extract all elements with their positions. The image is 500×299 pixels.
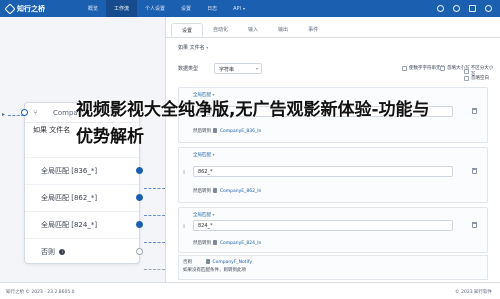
nav-item-api[interactable]: API ▾ — [225, 0, 253, 17]
branch-output-port[interactable] — [136, 167, 143, 174]
checkbox[interactable] — [464, 68, 469, 74]
tabs-divider — [166, 37, 500, 38]
tab-input[interactable]: 输入 — [238, 23, 268, 37]
else-description: 如果没有匹配条件，则转到此项 — [183, 268, 246, 273]
node-else-row[interactable]: 否则 i — [25, 238, 143, 265]
branch-icon: ⑂ — [33, 108, 38, 117]
delete-icon[interactable] — [472, 168, 477, 174]
card-title[interactable]: 全局匹配 ▾ — [193, 152, 214, 158]
data-type-row: 数据类型 字符串 ▾ 使数字字符串无效 忽略大小写 不区分大小写 忽略空白 — [178, 63, 496, 81]
else-file-link[interactable]: CompanyF_Notify — [212, 260, 252, 265]
file-icon — [206, 259, 210, 264]
chevron-down-icon: ▾ — [243, 6, 246, 11]
match-pattern-input[interactable]: 824_* — [193, 220, 453, 231]
route-label: 然后转到 — [193, 241, 211, 246]
node-branch-row[interactable]: 全局匹配 [836_*] — [25, 157, 143, 184]
else-output-port[interactable] — [136, 248, 143, 255]
checkbox[interactable] — [440, 65, 445, 71]
file-icon — [213, 188, 218, 193]
footer-version: 知行之桥 © 2023 - 23.2.8605.0 — [6, 290, 75, 295]
condition-header-label: 如果 文件名 — [178, 45, 205, 51]
info-icon[interactable]: i — [59, 249, 66, 255]
logo-icon — [4, 2, 16, 15]
checkbox-label: 忽略空白 — [471, 76, 489, 81]
nav-item-overview[interactable]: 概览 — [80, 0, 106, 17]
nav-item-profile[interactable]: 个人设置 — [137, 0, 173, 17]
node-branch-row[interactable]: 全局匹配 [824_*] — [25, 211, 143, 238]
checkbox[interactable] — [402, 65, 407, 71]
chevron-down-icon: ▾ — [255, 66, 258, 71]
overlay-banner-text: 视频影视大全纯净版,无广告观影新体验-功能与优势解析 — [76, 100, 430, 147]
search-icon[interactable] — [437, 5, 444, 12]
notification-icon[interactable] — [469, 5, 476, 12]
help-icon[interactable] — [453, 5, 460, 12]
branch-output-port[interactable] — [136, 221, 143, 228]
nav-item-logs[interactable]: 日志 — [199, 0, 225, 17]
else-route: CompanyF_Notify — [205, 259, 252, 265]
footer: 知行之桥 © 2023 - 23.2.8605.0 © 2023 知行软件 — [0, 282, 500, 299]
nav-item-settings[interactable]: 设置 — [173, 0, 199, 17]
incoming-connector-icon: ▸ — [2, 111, 6, 118]
else-label: 否则 — [41, 248, 55, 256]
else-section: 否则 CompanyF_Notify 如果没有匹配条件，则转到此项 — [178, 255, 488, 280]
data-type-value: 字符串 — [219, 67, 235, 73]
branch-label: 全局匹配 [836_*] — [41, 167, 98, 175]
nav-item-workflow[interactable]: 工作流 — [106, 0, 138, 17]
branch-connection-line — [144, 188, 165, 189]
branch-label: 全局匹配 [862_*] — [41, 194, 98, 202]
tab-events[interactable]: 事件 — [298, 23, 328, 37]
route-target: 然后转到 CompanyE_862_In — [193, 188, 261, 194]
footer-copyright: © 2023 知行软件 — [455, 290, 492, 295]
branch-label: 全局匹配 [824_*] — [41, 221, 98, 229]
chevron-down-icon: ▾ — [212, 212, 215, 217]
node-branch-row[interactable]: 全局匹配 [862_*] — [25, 184, 143, 211]
card-title-label: 全局匹配 — [193, 153, 211, 158]
card-title-label: 全局匹配 — [193, 213, 211, 218]
top-navigation-bar: 知行之桥 概览 工作流 个人设置 设置 日志 API ▾ — [0, 0, 500, 17]
node-condition: 如果 文件名 — [33, 126, 71, 134]
drag-handle-icon[interactable]: ⁞⁞ — [183, 170, 185, 176]
route-file-link[interactable]: CompanyE_824_In — [220, 241, 262, 246]
else-row-content: 否则 i — [41, 247, 66, 257]
topbar-actions — [437, 0, 492, 17]
match-pattern-input[interactable]: 862_* — [193, 166, 453, 177]
condition-card: 全局匹配 ▾ ⁞⁞ 862_* 然后转到 CompanyE_862_In — [178, 147, 488, 203]
chevron-down-icon: ▾ — [212, 152, 215, 157]
card-title[interactable]: 全局匹配 ▾ — [193, 212, 214, 218]
app-logo[interactable]: 知行之桥 — [0, 2, 80, 15]
delete-icon[interactable] — [472, 222, 477, 228]
condition-card: 全局匹配 ▾ ⁞⁞ 824_* 然后转到 CompanyE_824_In — [178, 207, 488, 253]
data-type-label: 数据类型 — [178, 66, 199, 72]
drag-handle-icon[interactable]: ⁞⁞ — [183, 224, 185, 230]
user-icon[interactable] — [485, 5, 492, 12]
branch-connection-line — [144, 242, 165, 243]
checkbox-option[interactable]: 忽略空白 — [464, 75, 489, 81]
delete-icon[interactable] — [472, 108, 477, 114]
tab-settings[interactable]: 设置 — [171, 23, 204, 37]
nav-item-api-label: API — [233, 5, 241, 12]
tab-automation[interactable]: 自动化 — [203, 23, 238, 37]
route-target: 然后转到 CompanyE_824_In — [193, 240, 261, 246]
tab-output[interactable]: 输出 — [268, 23, 298, 37]
checkbox-option[interactable]: 使数字字符串无效 — [402, 65, 445, 71]
main-nav: 概览 工作流 个人设置 设置 日志 API ▾ — [80, 0, 253, 17]
chevron-down-icon: ▾ — [206, 45, 209, 50]
branch-connection-line — [144, 215, 165, 216]
else-label: 否则 — [183, 260, 192, 265]
route-file-link[interactable]: CompanyE_862_In — [220, 189, 262, 194]
condition-header[interactable]: 如果 文件名 ▾ — [178, 44, 208, 51]
logo-text: 知行之桥 — [17, 4, 45, 13]
panel-tabs: 设置 自动化 输入 输出 事件 — [171, 23, 328, 37]
data-type-select[interactable]: 字符串 ▾ — [214, 63, 262, 74]
checkbox[interactable] — [464, 75, 469, 81]
branch-output-port[interactable] — [136, 194, 143, 201]
else-connection-line — [144, 269, 165, 270]
file-icon — [213, 240, 218, 245]
route-label: 然后转到 — [193, 189, 211, 194]
